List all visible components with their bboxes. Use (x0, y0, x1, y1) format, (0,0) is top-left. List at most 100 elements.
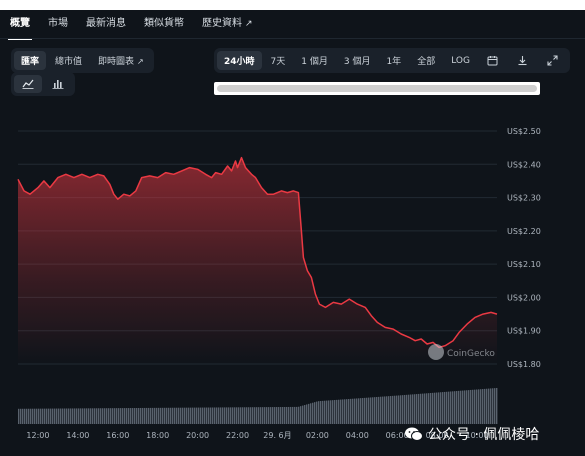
volume-bar (416, 394, 418, 424)
y-tick-label: US$2.50 (507, 127, 541, 136)
volume-bar (142, 407, 144, 424)
volume-bar (224, 407, 226, 424)
volume-bar (210, 407, 212, 424)
x-tick-label: 16:00 (106, 431, 129, 440)
volume-bar (318, 401, 320, 424)
volume-bar (280, 407, 282, 424)
volume-bar (404, 394, 406, 424)
volume-bar (374, 397, 376, 424)
volume-bar (304, 405, 306, 424)
volume-bar (396, 395, 398, 424)
volume-bar (406, 394, 408, 424)
volume-bar (230, 407, 232, 424)
volume-bar (378, 396, 380, 424)
volume-bar (394, 395, 396, 424)
volume-bar (426, 393, 428, 424)
volume-bar (252, 407, 254, 424)
volume-bar (484, 388, 486, 424)
volume-bar (298, 406, 300, 424)
volume-bar (306, 404, 308, 424)
volume-bar (28, 408, 30, 424)
volume-bar (68, 408, 70, 424)
volume-bar (22, 408, 24, 424)
volume-bar (126, 408, 128, 424)
y-tick-label: US$2.10 (507, 260, 541, 269)
volume-bar (438, 392, 440, 424)
volume-bar (160, 407, 162, 424)
volume-bar (204, 407, 206, 424)
volume-bar (240, 407, 242, 424)
volume-bar (278, 407, 280, 424)
volume-bar (268, 407, 270, 424)
volume-bar (172, 407, 174, 424)
volume-bar (338, 399, 340, 424)
volume-bar (382, 396, 384, 424)
volume-bar (400, 395, 402, 424)
volume-bar (276, 407, 278, 424)
volume-bar (228, 407, 230, 424)
volume-bar (216, 407, 218, 424)
volume-bar (82, 408, 84, 424)
volume-bar (70, 408, 72, 424)
volume-bar (360, 398, 362, 424)
volume-bar (454, 391, 456, 424)
volume-bar (386, 396, 388, 424)
x-tick-label: 04:00 (346, 431, 369, 440)
volume-bar (370, 397, 372, 424)
volume-bar (358, 398, 360, 424)
volume-bar (488, 388, 490, 424)
volume-bar (88, 408, 90, 424)
volume-bar (132, 408, 134, 424)
volume-bar (232, 407, 234, 424)
volume-bar (342, 399, 344, 424)
volume-bar (452, 391, 454, 424)
volume-bar (474, 389, 476, 424)
volume-bar (448, 391, 450, 424)
volume-bar (414, 394, 416, 424)
y-tick-label: US$2.00 (507, 293, 541, 302)
volume-bar (90, 408, 92, 424)
volume-bar (260, 407, 262, 424)
volume-bar (248, 407, 250, 424)
volume-bar (112, 408, 114, 424)
page-watermark-label: 公众号 · 佩佩棱哈 (428, 427, 540, 443)
volume-bar (288, 406, 290, 424)
volume-bar (86, 408, 88, 424)
volume-bar (144, 407, 146, 424)
volume-bar (96, 408, 98, 424)
volume-bar (146, 407, 148, 424)
volume-bar (202, 407, 204, 424)
volume-bar (262, 407, 264, 424)
volume-bar (390, 396, 392, 424)
volume-bar (124, 408, 126, 424)
volume-bar (158, 407, 160, 424)
volume-bar (140, 407, 142, 424)
volume-bar (496, 387, 498, 424)
x-tick-label: 22:00 (226, 431, 249, 440)
volume-bar (118, 408, 120, 424)
volume-bar (214, 407, 216, 424)
volume-bar (402, 395, 404, 424)
y-axis: US$2.50 US$2.40 US$2.30 US$2.20 US$2.10 US$2.… (507, 127, 541, 369)
volume-bar (456, 391, 458, 424)
volume-bar (434, 392, 436, 424)
price-area (18, 157, 497, 364)
volume-bar (398, 395, 400, 424)
volume-bar (450, 391, 452, 424)
volume-bar (476, 389, 478, 424)
x-tick-label: 14:00 (66, 431, 89, 440)
volume-bar (52, 408, 54, 424)
volume-bar (292, 406, 294, 424)
coingecko-label: CoinGecko (447, 349, 495, 359)
volume-bar (130, 408, 132, 424)
volume-bar (46, 408, 48, 424)
volume-bar (218, 407, 220, 424)
volume-bar (34, 408, 36, 424)
volume-bar (272, 407, 274, 424)
volume-bar (460, 390, 462, 424)
volume-bar (156, 407, 158, 424)
volume-bar (354, 398, 356, 424)
volume-bar (32, 408, 34, 424)
volume-bar (74, 408, 76, 424)
x-tick-label: 20:00 (186, 431, 209, 440)
